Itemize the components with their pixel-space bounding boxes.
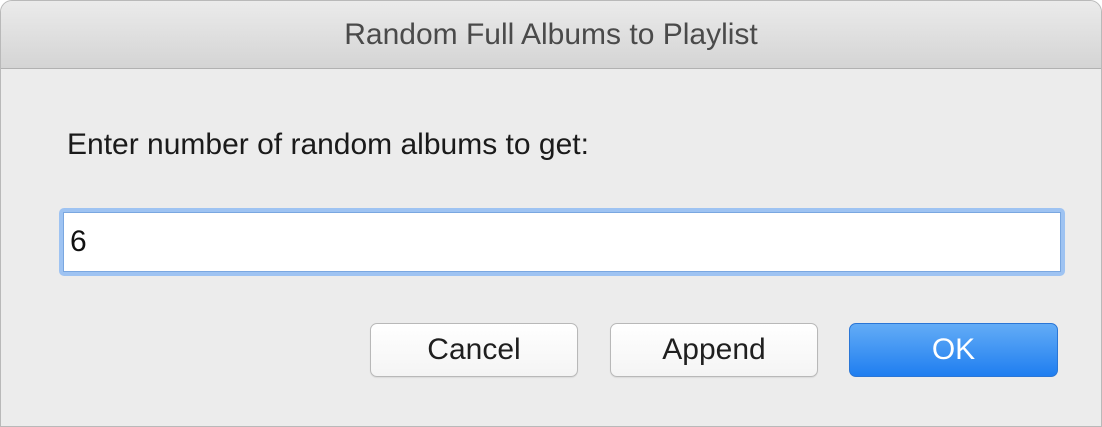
number-input-focus-ring xyxy=(59,208,1065,276)
cancel-button[interactable]: Cancel xyxy=(370,323,578,377)
ok-button[interactable]: OK xyxy=(849,323,1058,377)
append-button[interactable]: Append xyxy=(610,323,818,377)
prompt-label: Enter number of random albums to get: xyxy=(67,128,589,161)
dialog-window: Random Full Albums to Playlist Enter num… xyxy=(0,0,1102,427)
number-input[interactable] xyxy=(63,212,1061,272)
window-title: Random Full Albums to Playlist xyxy=(1,1,1101,69)
